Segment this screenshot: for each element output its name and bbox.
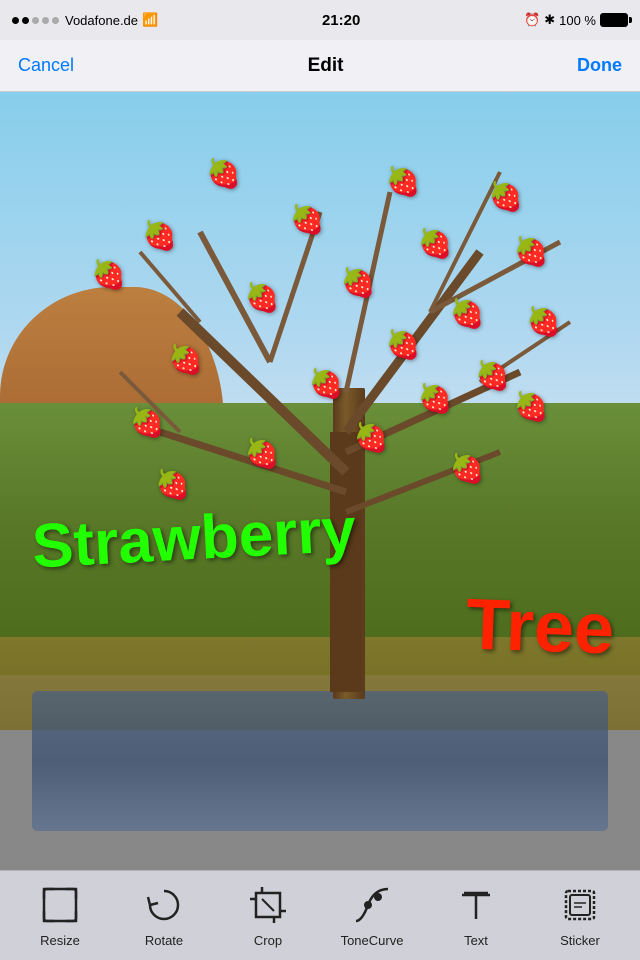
crop-tool[interactable]: Crop [223,883,313,948]
strawberry-sticker: 🍓 [243,279,281,317]
strawberry-sticker: 🍓 [166,341,204,379]
nav-bar: Cancel Edit Done [0,40,640,92]
strawberry-sticker: 🍓 [448,294,486,332]
signal-dots [12,17,59,24]
battery-icon [600,13,628,27]
battery-label: 100 % [559,13,596,28]
tonecurve-icon [350,883,394,927]
photo-text-tree: Tree [465,583,616,670]
toolbar: Resize Rotate Crop [0,870,640,960]
strawberry-sticker: 🍓 [154,465,192,503]
rotate-label: Rotate [145,933,183,948]
strawberry-sticker: 🍓 [90,255,128,293]
resize-label: Resize [40,933,80,948]
strawberry-sticker: 🍓 [243,434,281,472]
status-right: ⏰ ✱ 100 % [524,12,628,28]
done-button[interactable]: Done [577,55,622,76]
tonecurve-label: ToneCurve [341,933,404,948]
strawberry-sticker: 🍓 [448,450,486,488]
strawberry-sticker: 🍓 [352,419,390,457]
strawberry-sticker: 🍓 [512,232,550,270]
resize-tool[interactable]: Resize [15,883,105,948]
strawberry-sticker: 🍓 [288,201,326,239]
sticker-icon [558,883,602,927]
wifi-icon: 📶 [142,12,158,28]
status-bar: Vodafone.de 📶 21:20 ⏰ ✱ 100 % [0,0,640,40]
sticker-tool[interactable]: Sticker [535,883,625,948]
strawberry-sticker: 🍓 [205,154,243,192]
strawberry-sticker: 🍓 [307,364,345,402]
text-icon [454,883,498,927]
tonecurve-tool[interactable]: ToneCurve [327,883,417,948]
status-time: 21:20 [322,12,360,29]
bluetooth-icon: ✱ [544,12,555,28]
strawberry-sticker: 🍓 [525,302,563,340]
strawberry-sticker: 🍓 [416,224,454,262]
strawberry-sticker: 🍓 [128,403,166,441]
rotate-icon [142,883,186,927]
alarm-icon: ⏰ [524,12,540,28]
strawberry-sticker: 🍓 [384,162,422,200]
text-label: Text [464,933,488,948]
photo-background: 🍓🍓🍓🍓🍓🍓🍓🍓🍓🍓🍓🍓🍓🍓🍓🍓🍓🍓🍓🍓🍓🍓🍓 Strawberry Tree [0,92,640,870]
nav-title: Edit [308,55,344,77]
strawberry-sticker: 🍓 [141,216,179,254]
rotate-tool[interactable]: Rotate [119,883,209,948]
image-area: 🍓🍓🍓🍓🍓🍓🍓🍓🍓🍓🍓🍓🍓🍓🍓🍓🍓🍓🍓🍓🍓🍓🍓 Strawberry Tree [0,92,640,870]
cancel-button[interactable]: Cancel [18,55,74,76]
strawberry-sticker: 🍓 [512,388,550,426]
crop-label: Crop [254,933,282,948]
sticker-label: Sticker [560,933,600,948]
strawberry-sticker: 🍓 [384,325,422,363]
resize-icon [38,883,82,927]
strawberry-sticker: 🍓 [339,263,377,301]
status-left: Vodafone.de 📶 [12,12,158,28]
text-tool[interactable]: Text [431,883,521,948]
strawberry-sticker: 🍓 [416,380,454,418]
water-layer [32,691,608,831]
carrier-label: Vodafone.de [65,13,138,28]
strawberry-sticker: 🍓 [474,357,512,395]
crop-icon [246,883,290,927]
strawberry-sticker: 🍓 [486,178,524,216]
